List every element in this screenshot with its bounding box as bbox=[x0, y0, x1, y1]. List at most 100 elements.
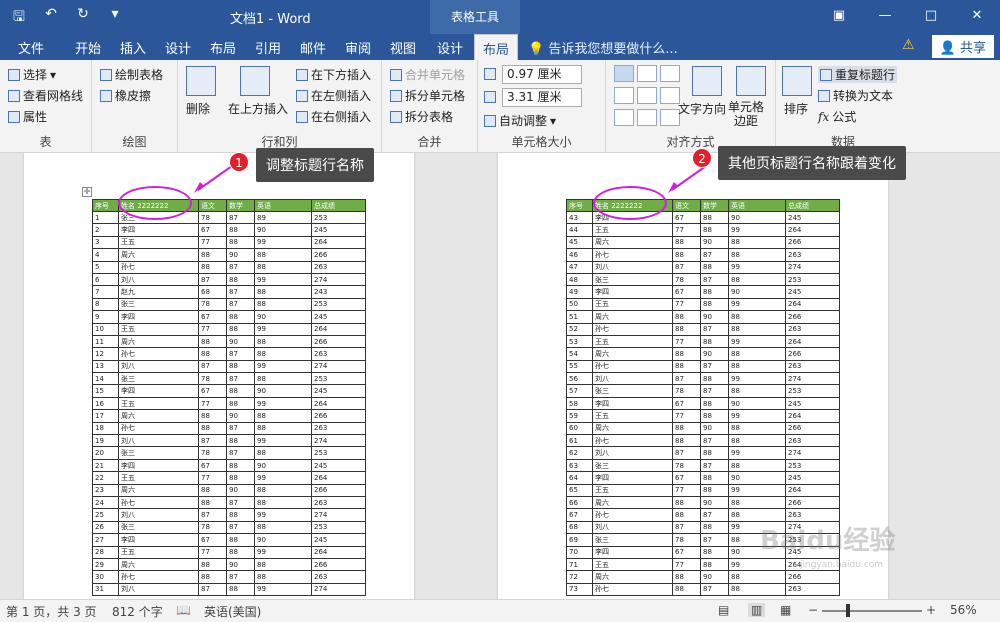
table-cell[interactable]: 88 bbox=[254, 421, 312, 436]
align-top-left-button[interactable] bbox=[614, 65, 634, 82]
minimize-icon[interactable]: — bbox=[862, 0, 908, 34]
table-cell[interactable]: 88 bbox=[254, 297, 312, 312]
table-cell[interactable]: 245 bbox=[311, 384, 366, 398]
table-cell[interactable]: 88 bbox=[728, 235, 786, 250]
table-cell[interactable]: 88 bbox=[700, 297, 729, 312]
header-cell[interactable]: 英语 bbox=[254, 199, 312, 212]
table-cell[interactable]: 88 bbox=[226, 471, 255, 485]
table-cell[interactable]: 88 bbox=[672, 235, 701, 250]
table-cell[interactable]: 56 bbox=[566, 372, 593, 386]
table-cell[interactable]: 58 bbox=[566, 396, 593, 411]
tab-layout[interactable]: 布局 bbox=[210, 38, 236, 57]
table-cell[interactable]: 88 bbox=[672, 359, 701, 374]
table-cell[interactable]: 88 bbox=[672, 570, 701, 584]
table-cell[interactable]: 88 bbox=[226, 322, 255, 336]
maximize-icon[interactable]: □ bbox=[908, 0, 954, 34]
table-cell[interactable]: 62 bbox=[566, 446, 593, 460]
table-move-handle-icon[interactable]: ✛ bbox=[82, 187, 92, 197]
table-cell[interactable]: 87 bbox=[226, 347, 255, 361]
table-cell[interactable]: 266 bbox=[785, 235, 840, 250]
table-cell[interactable]: 8 bbox=[92, 297, 119, 312]
table-cell[interactable]: 24 bbox=[92, 495, 119, 510]
table-cell[interactable]: 88 bbox=[226, 223, 255, 237]
insert-left-button[interactable]: 在左侧插入 bbox=[296, 87, 371, 104]
table-cell[interactable]: 77 bbox=[672, 409, 701, 423]
table-cell[interactable]: 88 bbox=[198, 570, 227, 584]
table-cell[interactable]: 88 bbox=[254, 334, 312, 349]
table-cell[interactable]: 99 bbox=[254, 508, 312, 522]
table-cell[interactable]: 274 bbox=[311, 359, 366, 374]
eraser-button[interactable]: 橡皮擦 bbox=[100, 87, 151, 104]
table-cell[interactable]: 264 bbox=[785, 483, 840, 498]
table-cell[interactable]: 67 bbox=[198, 223, 227, 237]
table-cell[interactable]: 87 bbox=[226, 210, 255, 225]
table-cell[interactable]: 77 bbox=[198, 322, 227, 336]
formula-button[interactable]: fx 公式 bbox=[818, 108, 856, 125]
table-cell[interactable]: 88 bbox=[700, 483, 729, 498]
table-cell[interactable]: 245 bbox=[311, 223, 366, 237]
table-cell[interactable]: 46 bbox=[566, 248, 593, 262]
tab-review[interactable]: 审阅 bbox=[345, 38, 371, 57]
text-direction-button[interactable]: 文字方向 bbox=[678, 100, 726, 117]
table-cell[interactable]: 50 bbox=[566, 297, 593, 312]
table-cell[interactable]: 29 bbox=[92, 557, 119, 572]
table-cell[interactable]: 253 bbox=[311, 372, 366, 386]
table-cell[interactable]: 9 bbox=[92, 310, 119, 324]
table-cell[interactable]: 263 bbox=[785, 434, 840, 448]
table-cell[interactable]: 88 bbox=[198, 495, 227, 510]
table-cell[interactable]: 253 bbox=[785, 272, 840, 287]
table-cell[interactable]: 88 bbox=[728, 570, 786, 584]
table-cell[interactable]: 87 bbox=[700, 384, 729, 398]
header-cell[interactable]: 语文 bbox=[198, 199, 227, 212]
table-cell[interactable]: 20 bbox=[92, 446, 119, 460]
table-cell[interactable]: 刘八 bbox=[118, 272, 199, 287]
table-cell[interactable]: 2 bbox=[92, 223, 119, 237]
table-cell[interactable]: 刘八 bbox=[118, 434, 199, 448]
table-cell[interactable]: 88 bbox=[198, 347, 227, 361]
table-cell[interactable]: 88 bbox=[700, 520, 729, 535]
table-cell[interactable]: 99 bbox=[254, 272, 312, 287]
table-cell[interactable]: 90 bbox=[254, 223, 312, 237]
table-cell[interactable]: 44 bbox=[566, 223, 593, 237]
table-cell[interactable]: 87 bbox=[226, 495, 255, 510]
table-cell[interactable]: 87 bbox=[226, 297, 255, 312]
table-cell[interactable]: 88 bbox=[198, 483, 227, 498]
cell-margins-button[interactable]: 单元格 边距 bbox=[728, 100, 764, 128]
table-cell[interactable]: 王五 bbox=[592, 334, 673, 349]
align-bottom-left-button[interactable] bbox=[614, 109, 634, 126]
zoom-in-icon[interactable]: + bbox=[926, 603, 936, 617]
table-cell[interactable]: 王五 bbox=[118, 396, 199, 411]
table-cell[interactable]: 67 bbox=[566, 508, 593, 522]
table-cell[interactable]: 孙七 bbox=[118, 421, 199, 436]
properties-button[interactable]: 属性 bbox=[8, 108, 47, 125]
table-cell[interactable]: 67 bbox=[198, 310, 227, 324]
align-middle-left-button[interactable] bbox=[614, 87, 634, 104]
table-cell[interactable]: 李四 bbox=[118, 310, 199, 324]
table-cell[interactable]: 88 bbox=[700, 334, 729, 349]
table-cell[interactable]: 264 bbox=[311, 471, 366, 485]
table-cell[interactable]: 88 bbox=[728, 347, 786, 361]
table-cell[interactable]: 87 bbox=[198, 272, 227, 287]
table-cell[interactable]: 78 bbox=[198, 446, 227, 460]
table-cell[interactable]: 90 bbox=[226, 334, 255, 349]
table-cell[interactable]: 90 bbox=[700, 421, 729, 436]
table-cell[interactable]: 70 bbox=[566, 545, 593, 559]
table-cell[interactable]: 孙七 bbox=[118, 495, 199, 510]
table-cell[interactable]: 孙七 bbox=[592, 582, 673, 597]
table-cell[interactable]: 88 bbox=[198, 557, 227, 572]
table-cell[interactable]: 周六 bbox=[592, 310, 673, 324]
table-cell[interactable]: 78 bbox=[672, 533, 701, 547]
header-cell[interactable]: 总成绩 bbox=[785, 199, 840, 212]
align-middle-center-button[interactable] bbox=[637, 87, 657, 104]
table-cell[interactable]: 孙七 bbox=[592, 322, 673, 336]
table-cell[interactable]: 59 bbox=[566, 409, 593, 423]
tab-table-design[interactable]: 设计 bbox=[437, 38, 463, 57]
table-cell[interactable]: 张三 bbox=[592, 533, 673, 547]
table-cell[interactable]: 67 bbox=[198, 384, 227, 398]
table-cell[interactable]: 266 bbox=[785, 310, 840, 324]
table-cell[interactable]: 274 bbox=[785, 372, 840, 386]
repeat-header-rows-button[interactable]: 重复标题行 bbox=[818, 66, 898, 83]
table-cell[interactable]: 周六 bbox=[592, 421, 673, 436]
table-cell[interactable]: 刘八 bbox=[118, 582, 199, 597]
table-cell[interactable]: 99 bbox=[728, 409, 786, 423]
